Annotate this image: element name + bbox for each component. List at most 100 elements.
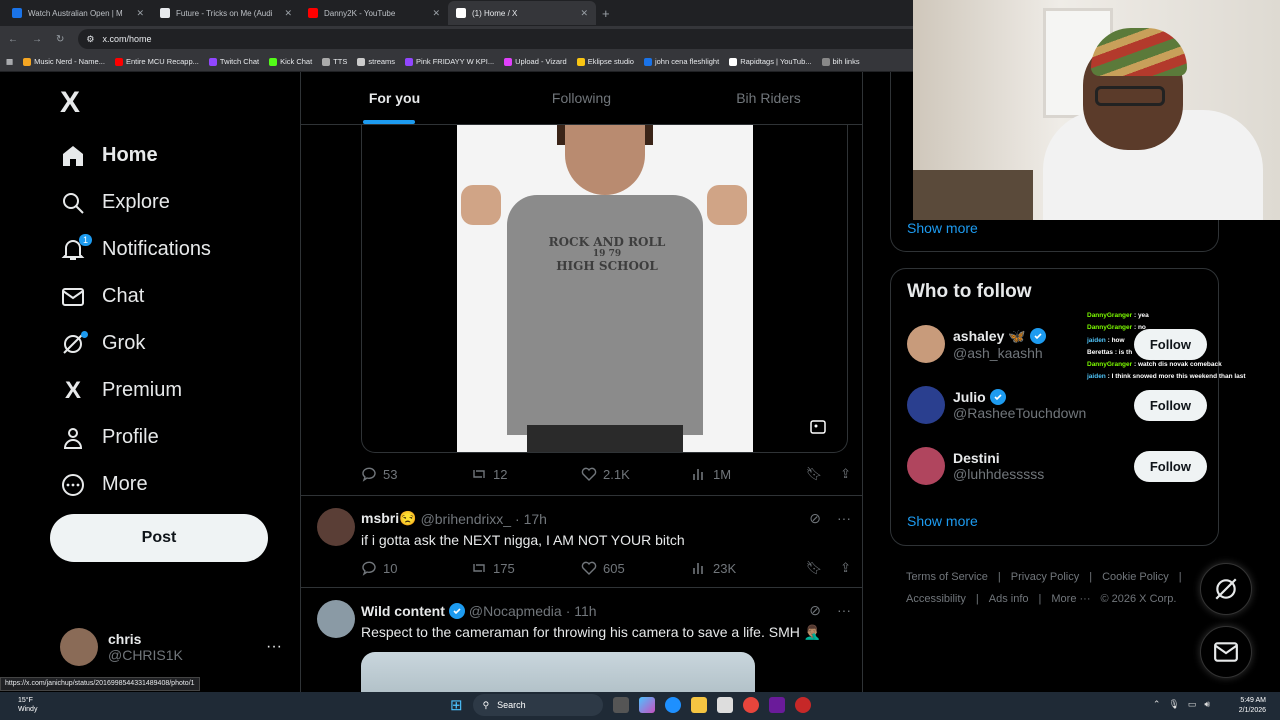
nav-explore[interactable]: Explore: [60, 179, 211, 226]
nav-notifications[interactable]: 1 Notifications: [60, 226, 211, 273]
close-tab-icon[interactable]: ✕: [580, 8, 588, 19]
footer-link[interactable]: Privacy Policy: [1011, 571, 1079, 583]
bookmark-icon[interactable]: 🔖︎: [806, 560, 823, 576]
browser-tab[interactable]: Watch Australian Open | M ✕: [4, 1, 152, 25]
messages-fab-button[interactable]: [1200, 626, 1252, 678]
tweet-time[interactable]: · 17h: [515, 511, 547, 527]
tab-following[interactable]: Following: [488, 72, 675, 124]
views-button[interactable]: 1M: [691, 466, 801, 482]
bookmark-icon[interactable]: 🔖︎: [806, 466, 823, 482]
nav-home[interactable]: Home: [60, 132, 211, 179]
grok-icon[interactable]: ⊘: [809, 510, 821, 527]
chevron-up-icon[interactable]: ⌃: [1153, 699, 1161, 710]
show-more-link[interactable]: Show more: [907, 513, 978, 529]
author-handle[interactable]: @Nocapmedia: [469, 603, 562, 619]
more-icon[interactable]: ···: [266, 638, 282, 656]
grok-icon[interactable]: ⊘: [809, 602, 821, 619]
app-icon[interactable]: [768, 697, 785, 713]
nav-grok[interactable]: Grok: [60, 320, 211, 367]
volume-icon[interactable]: 🔊︎: [1204, 699, 1210, 710]
author-handle[interactable]: @brihendrixx_: [421, 511, 511, 527]
new-tab-icon[interactable]: +: [602, 6, 610, 21]
author-name[interactable]: msbri😒: [361, 510, 417, 527]
chrome-icon[interactable]: [742, 697, 759, 713]
taskbar-clock[interactable]: 5:49 AM 2/1/2026: [1239, 696, 1266, 716]
bookmark-item[interactable]: bih links: [821, 57, 860, 66]
reload-icon[interactable]: ↻: [56, 34, 64, 45]
bookmark-item[interactable]: john cena fleshlight: [643, 57, 719, 66]
footer-link[interactable]: More ···: [1051, 593, 1090, 605]
tweet-media[interactable]: ROCK AND ROLL 19 79 HIGH SCHOOL: [361, 125, 848, 453]
tweet-media[interactable]: [361, 652, 755, 692]
repost-button[interactable]: 12: [471, 466, 581, 482]
bookmark-item[interactable]: Music Nerd - Name...: [23, 57, 105, 66]
post-button[interactable]: Post: [50, 514, 268, 562]
avatar[interactable]: [907, 386, 945, 424]
edge-icon[interactable]: [664, 697, 681, 713]
apps-icon[interactable]: ▦: [6, 57, 13, 66]
back-icon[interactable]: ←: [8, 34, 18, 45]
url-field[interactable]: ⚙ x.com/home: [78, 29, 949, 49]
bookmark-item[interactable]: Upload - Vizard: [504, 57, 567, 66]
reply-button[interactable]: 10: [361, 560, 471, 576]
file-explorer-icon[interactable]: [690, 697, 707, 713]
account-switcher[interactable]: chris @CHRIS1K ···: [60, 628, 282, 666]
tweet[interactable]: msbri😒 @brihendrixx_ · 17h ⊘ ··· if i got…: [301, 495, 862, 587]
tweet-photo[interactable]: ROCK AND ROLL 19 79 HIGH SCHOOL: [457, 125, 753, 452]
footer-link[interactable]: Ads info: [989, 593, 1029, 605]
show-more-link[interactable]: Show more: [907, 220, 978, 236]
views-button[interactable]: 23K: [691, 560, 801, 576]
browser-tab[interactable]: Future - Tricks on Me (Audi ✕: [152, 1, 300, 25]
task-view-icon[interactable]: [612, 697, 629, 713]
grok-fab-button[interactable]: [1200, 563, 1252, 615]
footer-link[interactable]: Cookie Policy: [1102, 571, 1169, 583]
more-icon[interactable]: ···: [837, 510, 851, 527]
avatar[interactable]: [907, 325, 945, 363]
share-icon[interactable]: ⇪: [840, 466, 851, 482]
tweet-time[interactable]: · 11h: [566, 603, 597, 619]
tab-for-you[interactable]: For you: [301, 72, 488, 124]
tab-bih-riders[interactable]: Bih Riders: [675, 72, 862, 124]
close-tab-icon[interactable]: ✕: [432, 8, 440, 19]
follow-suggestion[interactable]: Destini @luhhdesssss Follow: [907, 441, 1207, 491]
app-icon[interactable]: [794, 697, 811, 713]
image-edit-icon[interactable]: [803, 414, 833, 440]
windows-start-icon[interactable]: ⊞: [450, 696, 463, 714]
browser-tab-active[interactable]: (1) Home / X ✕: [448, 1, 596, 25]
nav-premium[interactable]: X Premium: [60, 367, 211, 414]
more-icon[interactable]: ···: [837, 602, 851, 619]
x-logo-icon[interactable]: X: [60, 86, 80, 120]
store-icon[interactable]: [716, 697, 733, 713]
browser-tab[interactable]: Danny2K - YouTube ✕: [300, 1, 448, 25]
avatar[interactable]: [907, 447, 945, 485]
like-button[interactable]: 2.1K: [581, 466, 691, 482]
bookmark-item[interactable]: Entire MCU Recapp...: [114, 57, 199, 66]
repost-button[interactable]: 175: [471, 560, 581, 576]
bookmark-item[interactable]: Pink FRIDAYY W KPI...: [405, 57, 494, 66]
like-button[interactable]: 605: [581, 560, 691, 576]
taskbar-search[interactable]: ⚲ Search: [472, 694, 603, 716]
weather-widget[interactable]: 15°F Windy: [18, 696, 37, 714]
footer-link[interactable]: Terms of Service: [906, 571, 988, 583]
bookmark-item[interactable]: streams: [357, 57, 395, 66]
copilot-icon[interactable]: [638, 697, 655, 713]
nav-more[interactable]: More: [60, 461, 211, 508]
network-icon[interactable]: ▭: [1188, 699, 1197, 710]
tweet[interactable]: Wild content @Nocapmedia · 11h ⊘ ··· Resp…: [301, 587, 862, 692]
nav-profile[interactable]: Profile: [60, 414, 211, 461]
site-info-icon[interactable]: ⚙: [86, 34, 94, 45]
follow-button[interactable]: Follow: [1133, 450, 1207, 482]
nav-chat[interactable]: Chat: [60, 273, 211, 320]
bookmark-item[interactable]: Eklipse studio: [576, 57, 634, 66]
bookmark-item[interactable]: TTS: [322, 57, 347, 66]
bookmark-item[interactable]: Kick Chat: [269, 57, 312, 66]
close-tab-icon[interactable]: ✕: [284, 8, 292, 19]
bookmark-item[interactable]: Rapidtags | YouTub...: [729, 57, 812, 66]
follow-suggestion[interactable]: Julio @RasheeTouchdown Follow: [907, 380, 1207, 430]
author-name[interactable]: Wild content: [361, 603, 445, 619]
close-tab-icon[interactable]: ✕: [136, 8, 144, 19]
follow-button[interactable]: Follow: [1133, 389, 1207, 421]
share-icon[interactable]: ⇪: [840, 560, 851, 576]
mic-icon[interactable]: 🎙︎: [1168, 699, 1179, 710]
avatar[interactable]: [317, 508, 355, 546]
